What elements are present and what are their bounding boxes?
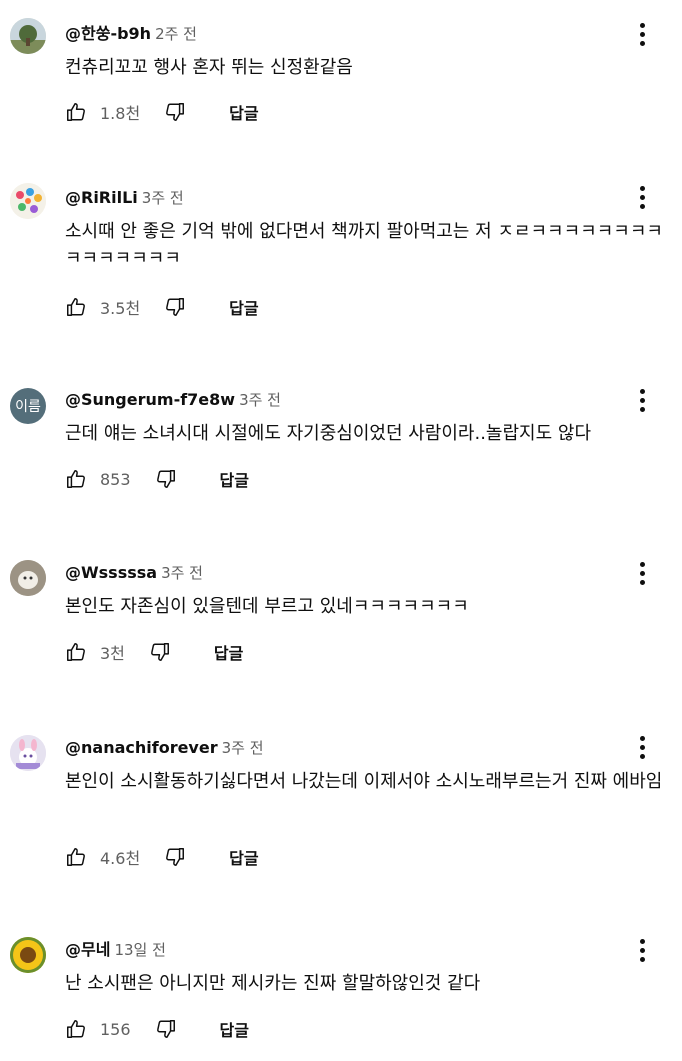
avatar[interactable] [10, 18, 46, 54]
comment-text: 난 소시팬은 아니지만 제시카는 진짜 할말하않인것 같다 [65, 973, 481, 994]
timestamp[interactable]: 13일 전 [114, 941, 165, 959]
thumbs-down-icon[interactable] [164, 296, 186, 318]
reply-button[interactable]: 답글 [229, 295, 258, 319]
thumbs-down-icon[interactable] [155, 1018, 177, 1040]
like-count: 3.5천 [100, 299, 141, 318]
like-count: 1.8천 [100, 104, 141, 123]
sunflower-avatar-icon [10, 937, 46, 973]
avatar[interactable] [10, 560, 46, 596]
thumbs-up-icon[interactable] [65, 468, 87, 490]
author-name[interactable]: @Wsssssa [65, 563, 157, 582]
avatar-initials: 이름 [15, 399, 41, 415]
thumbs-down-icon[interactable] [155, 468, 177, 490]
thumbs-up-icon[interactable] [65, 846, 87, 868]
like-count: 4.6천 [100, 849, 141, 868]
thumbs-up-icon[interactable] [65, 1018, 87, 1040]
author-name[interactable]: @무네 [65, 940, 110, 959]
author-name[interactable]: @RiRilLi [65, 188, 138, 207]
timestamp[interactable]: 3주 전 [142, 189, 184, 207]
reply-button[interactable]: 답글 [229, 100, 258, 124]
timestamp[interactable]: 3주 전 [161, 564, 203, 582]
like-count: 853 [100, 469, 131, 489]
more-options-icon[interactable] [630, 559, 654, 587]
more-options-icon[interactable] [630, 936, 654, 964]
colorful-avatar-icon [10, 183, 46, 219]
more-options-icon[interactable] [630, 183, 654, 211]
photo-avatar-icon [10, 560, 46, 596]
author-name[interactable]: @한쑹-b9h [65, 24, 151, 43]
more-options-icon[interactable] [630, 386, 654, 414]
character-avatar-icon [10, 735, 46, 771]
author-name[interactable]: @nanachiforever [65, 738, 218, 757]
comment-text: 본인이 소시활동하기싫다면서 나갔는데 이제서야 소시노래부르는거 진짜 에바임 [65, 771, 663, 792]
reply-button[interactable]: 답글 [220, 467, 249, 491]
thumbs-down-icon[interactable] [149, 641, 171, 663]
thumbs-up-icon[interactable] [65, 296, 87, 318]
avatar[interactable] [10, 735, 46, 771]
comment-text: 근데 얘는 소녀시대 시절에도 자기중심이었던 사람이라..놀랍지도 않다 [65, 423, 592, 444]
thumbs-up-icon[interactable] [65, 101, 87, 123]
comment-text: 소시때 안 좋은 기억 밖에 없다면서 책까지 팔아먹고는 저 ㅈㄹㅋㅋㅋㅋㅋㅋ… [65, 221, 663, 269]
like-count: 3천 [100, 644, 125, 663]
like-count: 156 [100, 1019, 131, 1039]
reply-button[interactable]: 답글 [229, 845, 258, 869]
more-options-icon[interactable] [630, 733, 654, 761]
thumbs-up-icon[interactable] [65, 641, 87, 663]
avatar[interactable]: 이름 [10, 388, 46, 424]
avatar[interactable] [10, 937, 46, 973]
reply-button[interactable]: 답글 [214, 640, 243, 664]
thumbs-down-icon[interactable] [164, 101, 186, 123]
landscape-avatar-icon [10, 18, 46, 54]
avatar[interactable] [10, 183, 46, 219]
author-name[interactable]: @Sungerum-f7e8w [65, 390, 235, 409]
thumbs-down-icon[interactable] [164, 846, 186, 868]
reply-button[interactable]: 답글 [220, 1017, 249, 1041]
timestamp[interactable]: 3주 전 [222, 739, 264, 757]
comment-text: 컨츄리꼬꼬 행사 혼자 뛰는 신정환같음 [65, 57, 353, 78]
more-options-icon[interactable] [630, 20, 654, 48]
timestamp[interactable]: 2주 전 [155, 25, 197, 43]
comment-text: 본인도 자존심이 있을텐데 부르고 있네ㅋㅋㅋㅋㅋㅋㅋ [65, 596, 469, 617]
timestamp[interactable]: 3주 전 [239, 391, 281, 409]
